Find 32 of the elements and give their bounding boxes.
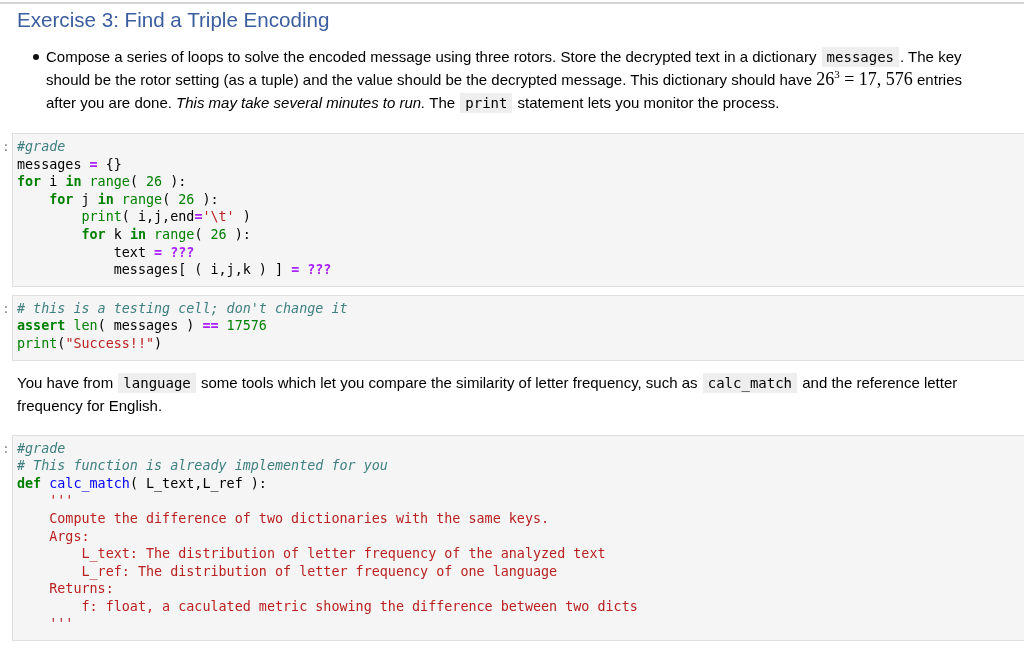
code-line: #grade bbox=[17, 139, 66, 154]
bullet-icon bbox=[33, 54, 39, 60]
instruction-text: Compose a series of loops to solve the encoded message using three rotors. Store the decrypted text in a dictionary messages . The key should be the rotor setting (as a tuple) and the value should be the decrypted message. This dictionary should have 26$^{3}$ = 17, 576 entries after you are done. This may take several minutes to run. The print statement lets you monitor the process. bbox=[46, 46, 964, 114]
code-line: Returns: bbox=[49, 581, 114, 597]
code-line: L_text: The distribution of letter frequency of the analyzed text bbox=[81, 546, 606, 562]
cell-prompt: : bbox=[1, 439, 11, 458]
code-line: Compute the difference of two dictionaries with the same keys. bbox=[49, 510, 550, 526]
code-line: for i in range( 26 ): bbox=[17, 174, 187, 190]
code-line: ''' bbox=[49, 493, 74, 509]
code-line: print( i,j,end='\t' ) bbox=[81, 209, 251, 225]
code-line: text = ??? bbox=[113, 244, 195, 260]
code-line: for j in range( 26 ): bbox=[49, 191, 219, 207]
cell-prompt: : bbox=[1, 138, 11, 156]
code-line: Args: bbox=[49, 528, 90, 544]
code-line: for k in range( 26 ): bbox=[81, 226, 251, 242]
description-text: You have from language some tools which let you compare the similarity of letter frequency, such as calc_match and the reference letter frequency for English. bbox=[17, 371, 959, 416]
code-line: # This function is already implemented for you bbox=[17, 458, 388, 474]
code-line: messages[ ( i,j,k ) ] = ??? bbox=[113, 262, 332, 278]
code-line: f: float, a caculated metric showing the difference between two dicts bbox=[81, 598, 638, 614]
code-line: #grade bbox=[17, 440, 66, 456]
exercise-heading: Exercise 3: Find a Triple Encoding bbox=[17, 7, 330, 33]
code-editor[interactable]: #grade messages = {} for i in range( 26 ): for j in range( 26 ): print( i,j,end='\t' ) for k in range( 26 ): text = ??? messages[ ( i,j,k ) ] = ??? bbox=[12, 133, 1024, 287]
cell-prompt: : bbox=[1, 299, 11, 318]
code-editor[interactable]: # this is a testing cell; don't change it assert len( messages ) == 17576 print("Success!!") bbox=[12, 294, 1024, 361]
code-line: def calc_match( L_text,L_ref ): bbox=[17, 475, 267, 491]
code-line: # this is a testing cell; don't change it bbox=[17, 300, 348, 316]
code-line: assert len( messages ) == 17576 bbox=[17, 318, 267, 334]
code-line: messages = {} bbox=[17, 156, 122, 172]
code-line: print("Success!!") bbox=[17, 335, 163, 351]
code-line: L_ref: The distribution of letter frequency of one language bbox=[81, 563, 558, 579]
code-editor[interactable] bbox=[12, 434, 1024, 642]
code-line: ''' bbox=[49, 616, 74, 632]
